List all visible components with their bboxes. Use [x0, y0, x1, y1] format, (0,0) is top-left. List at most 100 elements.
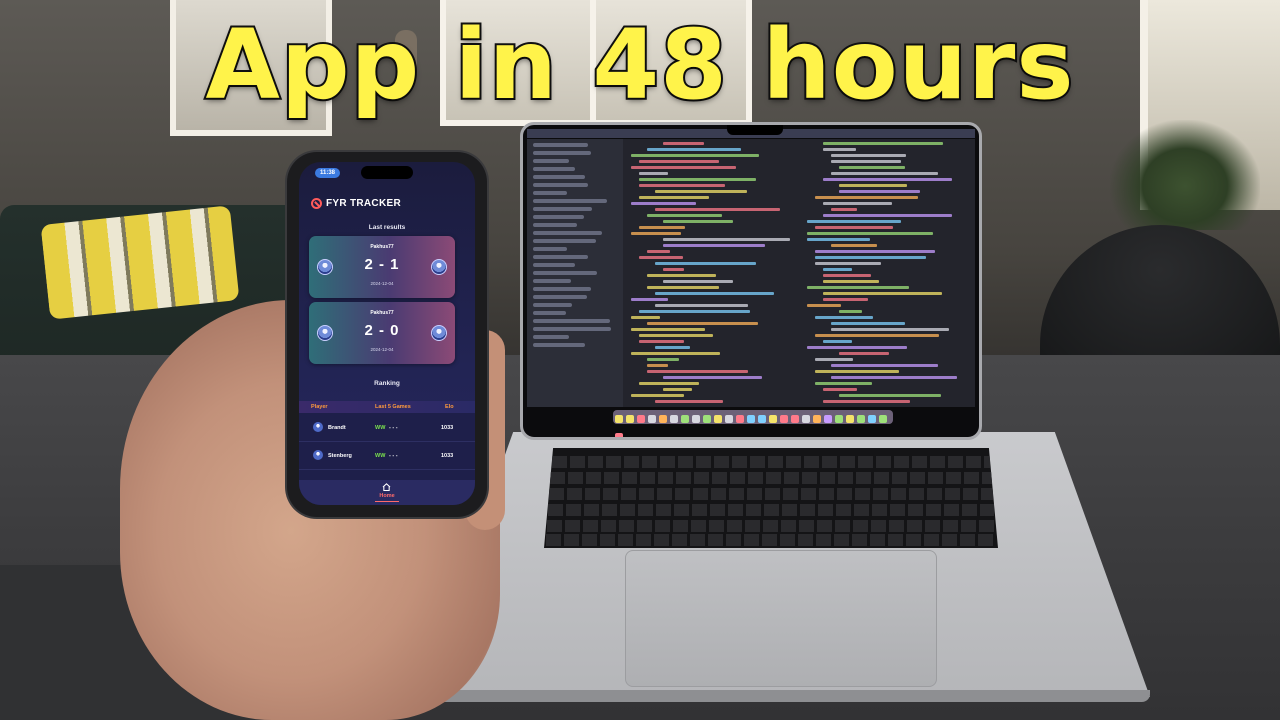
code-line: [839, 352, 890, 355]
dock-app-icon: [824, 415, 832, 423]
dock-app-icon: [648, 415, 656, 423]
app-title: FYR TRACKER: [326, 198, 401, 209]
code-line: [639, 160, 720, 163]
code-line: [823, 148, 857, 151]
no-entry-icon: [311, 198, 322, 209]
code-line: [823, 142, 943, 145]
file-tree-line: [533, 231, 603, 235]
code-line: [839, 394, 941, 397]
dock-app-icon: [626, 415, 634, 423]
dock-app-icon: [846, 415, 854, 423]
code-line: [631, 394, 685, 397]
column-elo: Elo: [445, 404, 454, 410]
player-name: Stenberg: [328, 453, 352, 459]
code-line: [815, 382, 872, 385]
dock-app-icon: [835, 415, 843, 423]
code-line: [831, 376, 957, 379]
match-date: 2024-12-04: [370, 347, 394, 352]
code-line: [655, 400, 724, 403]
code-line: [807, 220, 902, 223]
dock-app-icon: [813, 415, 821, 423]
code-line: [831, 154, 906, 157]
file-explorer: [527, 139, 623, 407]
dock-app-icon: [615, 415, 623, 423]
laptop-screen: [520, 122, 982, 440]
code-line: [815, 358, 853, 361]
code-line: [631, 316, 660, 319]
code-line: [631, 328, 706, 331]
file-tree-line: [533, 191, 567, 195]
dock-app-icon: [879, 415, 887, 423]
dock-app-icon: [791, 415, 799, 423]
code-line: [831, 160, 902, 163]
file-tree-line: [533, 279, 571, 283]
laptop-front-edge: [420, 690, 1150, 702]
code-line: [631, 202, 697, 205]
column-player: Player: [311, 404, 328, 410]
file-tree-line: [533, 167, 576, 171]
code-line: [639, 256, 683, 259]
code-line: [639, 310, 751, 313]
code-line: [839, 184, 908, 187]
code-line: [815, 250, 935, 253]
tab-bar: Home: [299, 480, 475, 505]
houseplant: [1110, 120, 1260, 230]
dock-app-icon: [747, 415, 755, 423]
match-card[interactable]: Pakhus77 2 - 1 2024-12-04: [309, 236, 455, 298]
laptop-trackpad: [625, 550, 937, 687]
form-wins: WW: [375, 425, 386, 431]
code-line: [639, 382, 699, 385]
code-line: [631, 352, 720, 355]
dock-app-icon: [758, 415, 766, 423]
form-rest: - - -: [389, 425, 398, 431]
code-line: [831, 364, 938, 367]
code-line: [663, 388, 693, 391]
form-rest: - - -: [389, 453, 398, 459]
code-line: [639, 340, 685, 343]
avatar: [313, 422, 323, 432]
dock-app-icon: [637, 415, 645, 423]
code-line: [815, 196, 918, 199]
code-line: [647, 274, 716, 277]
column-last-games: Last 5 Games: [375, 404, 411, 410]
file-tree-line: [533, 207, 593, 211]
file-tree-line: [533, 239, 596, 243]
code-line: [655, 262, 757, 265]
code-line: [807, 238, 870, 241]
tab-home[interactable]: Home: [299, 493, 475, 499]
table-row[interactable]: Stenberg WW - - - 1033: [299, 443, 475, 470]
code-editor: [527, 139, 975, 407]
code-line: [815, 262, 881, 265]
code-line: [823, 274, 871, 277]
code-line: [663, 142, 704, 145]
table-row[interactable]: Brandt WW - - - 1033: [299, 415, 475, 442]
code-line: [839, 166, 905, 169]
match-score: 2 - 1: [364, 256, 400, 273]
dock-app-icon: [868, 415, 876, 423]
code-line: [647, 148, 741, 151]
code-line: [831, 244, 877, 247]
phone-screen: 11:38 FYR TRACKER Last results Pakhus77 …: [299, 162, 475, 505]
dock-app-icon: [692, 415, 700, 423]
file-tree-line: [533, 247, 567, 251]
code-line: [663, 238, 790, 241]
match-card[interactable]: Pakhus77 2 - 0 2024-12-04: [309, 302, 455, 364]
mac-dock: [613, 410, 893, 437]
code-line: [647, 250, 670, 253]
code-line: [639, 334, 713, 337]
laptop-notch: [727, 125, 783, 135]
code-line: [647, 214, 722, 217]
home-icon: [382, 483, 391, 491]
file-tree-line: [533, 335, 570, 339]
code-line: [631, 232, 681, 235]
code-line: [647, 358, 679, 361]
code-line: [823, 280, 880, 283]
code-line: [663, 280, 734, 283]
dock-app-icon: [725, 415, 733, 423]
file-tree-line: [533, 199, 607, 203]
code-line: [663, 376, 762, 379]
ranking-header: Player Last 5 Games Elo: [299, 401, 475, 413]
file-tree-line: [533, 295, 588, 299]
code-line: [823, 268, 853, 271]
match-player: Pakhus77: [370, 310, 394, 316]
